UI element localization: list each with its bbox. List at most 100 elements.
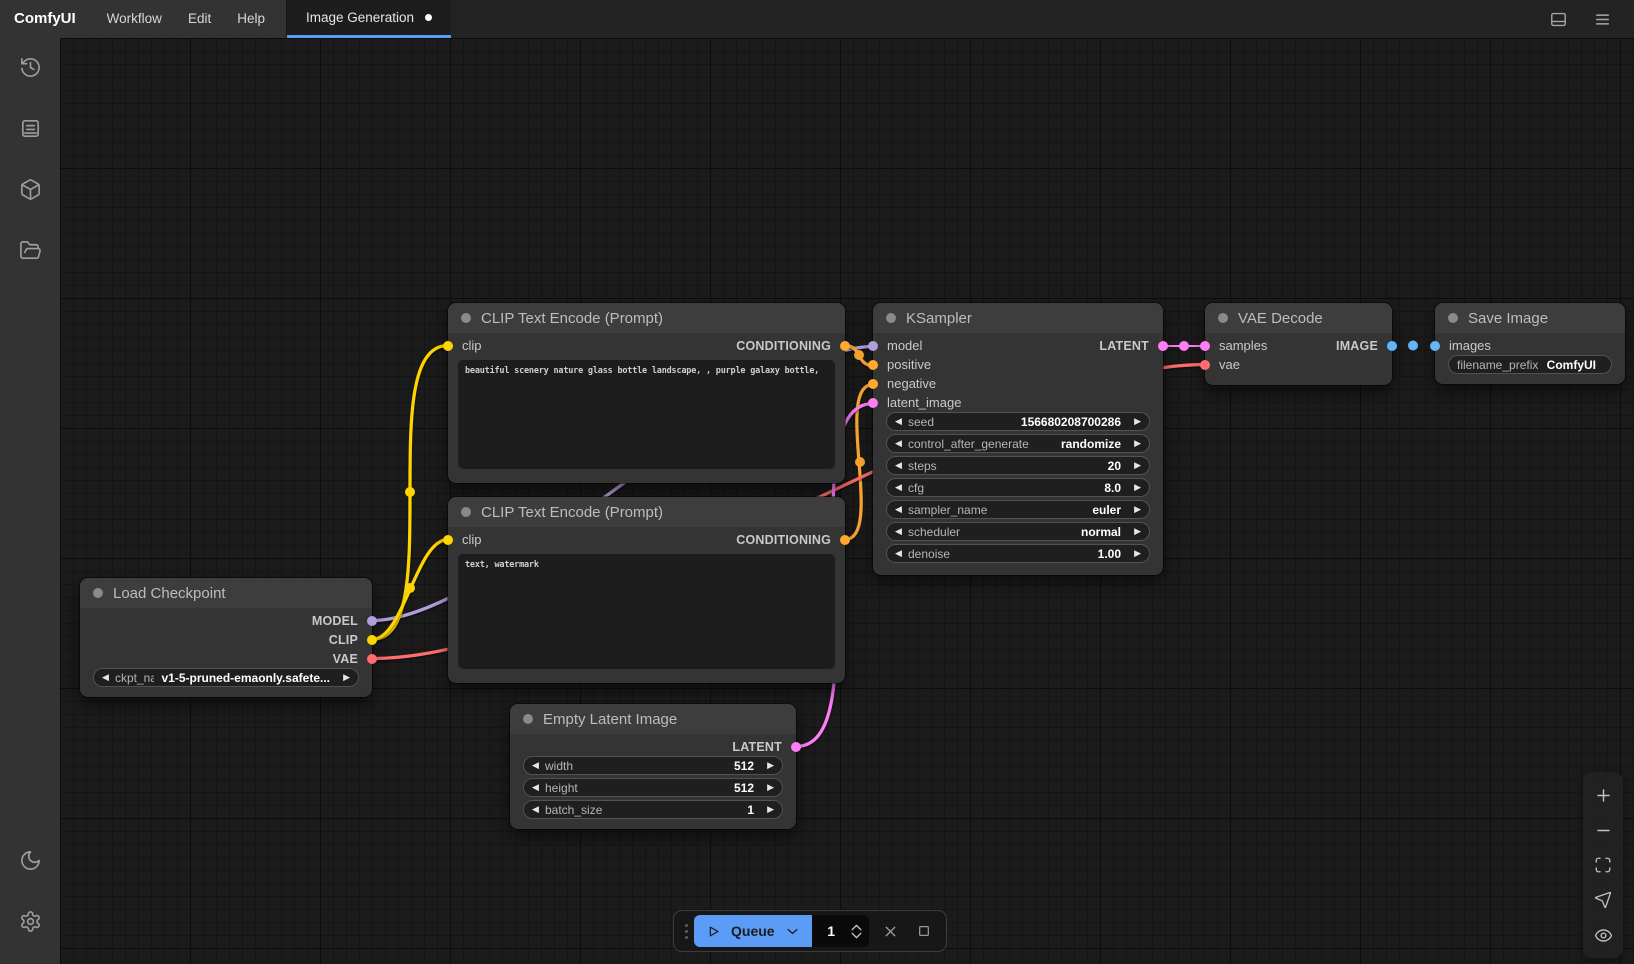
queue-button[interactable]: Queue	[694, 915, 812, 947]
output-port-conditioning[interactable]	[840, 535, 850, 545]
widget-decrement-arrow[interactable]: ◀	[895, 504, 908, 515]
sidebar-model-library-button[interactable]	[8, 170, 52, 214]
widget-increment-arrow[interactable]: ▶	[1128, 526, 1141, 537]
widget-value[interactable]: 1	[739, 803, 761, 817]
widget-batch-size[interactable]: ◀batch_size1▶	[523, 800, 783, 819]
node-clip-text-encode-prompt[interactable]: CLIP Text Encode (Prompt)clipCONDITIONIN…	[448, 303, 845, 483]
node-collapse-dot[interactable]	[461, 507, 471, 517]
widget-decrement-arrow[interactable]: ◀	[895, 526, 908, 537]
widget-decrement-arrow[interactable]: ◀	[895, 460, 908, 471]
node-title-bar[interactable]: VAE Decode	[1205, 303, 1392, 333]
widget-denoise[interactable]: ◀denoise1.00▶	[886, 544, 1150, 563]
input-port-latent-image[interactable]	[868, 398, 878, 408]
stepper-down-icon[interactable]	[850, 932, 863, 940]
widget-decrement-arrow[interactable]: ◀	[895, 482, 908, 493]
input-port-vae[interactable]	[1200, 360, 1210, 370]
stop-button[interactable]	[910, 917, 937, 945]
clear-queue-button[interactable]	[877, 917, 904, 945]
tab-image-generation[interactable]: Image Generation	[287, 0, 451, 38]
output-port-vae[interactable]	[367, 654, 377, 664]
widget-increment-arrow[interactable]: ▶	[1128, 548, 1141, 559]
widget-seed[interactable]: ◀seed156680208700286▶	[886, 412, 1150, 431]
menu-edit[interactable]: Edit	[175, 0, 224, 38]
input-port-samples[interactable]	[1200, 341, 1210, 351]
settings-button[interactable]	[8, 902, 52, 946]
widget-value[interactable]: 156680208700286	[1013, 415, 1128, 429]
batch-count-value[interactable]: 1	[812, 919, 851, 939]
output-port-latent[interactable]	[1158, 341, 1168, 351]
node-collapse-dot[interactable]	[523, 714, 533, 724]
widget-decrement-arrow[interactable]: ◀	[532, 760, 545, 771]
node-title-bar[interactable]: Load Checkpoint	[80, 578, 372, 608]
node-title-bar[interactable]: KSampler	[873, 303, 1163, 333]
node-load-checkpoint[interactable]: Load CheckpointMODELCLIPVAE◀ckpt_namev1-…	[80, 578, 372, 697]
widget-value[interactable]: ComfyUI	[1539, 358, 1603, 372]
input-port-clip[interactable]	[443, 341, 453, 351]
zoom-out-button[interactable]	[1589, 816, 1617, 844]
prompt-text-area[interactable]: beautiful scenery nature glass bottle la…	[458, 360, 835, 469]
node-collapse-dot[interactable]	[886, 313, 896, 323]
node-ksampler[interactable]: KSamplermodelLATENTpositivenegativelaten…	[873, 303, 1163, 575]
stepper-up-icon[interactable]	[850, 923, 863, 931]
node-title-bar[interactable]: CLIP Text Encode (Prompt)	[448, 303, 845, 333]
widget-increment-arrow[interactable]: ▶	[761, 804, 774, 815]
panel-bottom-icon[interactable]	[1548, 9, 1568, 29]
widget-value[interactable]: 512	[726, 781, 761, 795]
widget-cfg[interactable]: ◀cfg8.0▶	[886, 478, 1150, 497]
widget-value[interactable]: 20	[1100, 459, 1128, 473]
widget-control-after-generate[interactable]: ◀control_after_generaterandomize▶	[886, 434, 1150, 453]
output-port-conditioning[interactable]	[840, 341, 850, 351]
widget-increment-arrow[interactable]: ▶	[1128, 416, 1141, 427]
menu-workflow[interactable]: Workflow	[94, 0, 175, 38]
input-port-negative[interactable]	[868, 379, 878, 389]
widget-decrement-arrow[interactable]: ◀	[532, 804, 545, 815]
widget-increment-arrow[interactable]: ▶	[761, 760, 774, 771]
node-clip-text-encode-prompt[interactable]: CLIP Text Encode (Prompt)clipCONDITIONIN…	[448, 497, 845, 683]
hamburger-menu-icon[interactable]	[1592, 9, 1612, 29]
pan-mode-button[interactable]	[1589, 886, 1617, 914]
widget-value[interactable]: 1.00	[1090, 547, 1128, 561]
node-vae-decode[interactable]: VAE DecodesamplesIMAGEvae	[1205, 303, 1392, 385]
widget-ckpt-name[interactable]: ◀ckpt_namev1-5-pruned-emaonly.safete...▶	[93, 668, 359, 687]
widget-value[interactable]: v1-5-pruned-emaonly.safete...	[154, 671, 338, 685]
widget-increment-arrow[interactable]: ▶	[1128, 460, 1141, 471]
widget-scheduler[interactable]: ◀schedulernormal▶	[886, 522, 1150, 541]
output-port-latent[interactable]	[791, 742, 801, 752]
widget-value[interactable]: 8.0	[1096, 481, 1128, 495]
widget-increment-arrow[interactable]: ▶	[1128, 438, 1141, 449]
widget-value[interactable]: normal	[1073, 525, 1128, 539]
sidebar-workflows-button[interactable]	[8, 231, 52, 275]
widget-decrement-arrow[interactable]: ◀	[895, 416, 908, 427]
node-save-image[interactable]: Save Imageimagesfilename_prefixComfyUI	[1435, 303, 1625, 384]
prompt-text-area[interactable]: text, watermark	[458, 554, 835, 669]
widget-increment-arrow[interactable]: ▶	[1128, 504, 1141, 515]
toggle-link-visibility-button[interactable]	[1589, 921, 1617, 949]
theme-toggle-button[interactable]	[8, 841, 52, 885]
widget-steps[interactable]: ◀steps20▶	[886, 456, 1150, 475]
widget-value[interactable]: 512	[726, 759, 761, 773]
sidebar-history-button[interactable]	[8, 48, 52, 92]
output-port-image[interactable]	[1387, 341, 1397, 351]
input-port-clip[interactable]	[443, 535, 453, 545]
output-port-model[interactable]	[367, 616, 377, 626]
widget-increment-arrow[interactable]: ▶	[1128, 482, 1141, 493]
node-collapse-dot[interactable]	[461, 313, 471, 323]
widget-decrement-arrow[interactable]: ◀	[532, 782, 545, 793]
output-port-clip[interactable]	[367, 635, 377, 645]
widget-decrement-arrow[interactable]: ◀	[895, 438, 908, 449]
node-collapse-dot[interactable]	[93, 588, 103, 598]
node-collapse-dot[interactable]	[1218, 313, 1228, 323]
widget-decrement-arrow[interactable]: ◀	[102, 672, 115, 683]
node-empty-latent-image[interactable]: Empty Latent ImageLATENT◀width512▶◀heigh…	[510, 704, 796, 829]
node-title-bar[interactable]: Empty Latent Image	[510, 704, 796, 734]
fit-view-button[interactable]	[1589, 851, 1617, 879]
widget-height[interactable]: ◀height512▶	[523, 778, 783, 797]
widget-decrement-arrow[interactable]: ◀	[895, 548, 908, 559]
node-title-bar[interactable]: Save Image	[1435, 303, 1625, 333]
node-graph-canvas[interactable]	[60, 38, 1634, 964]
menu-help[interactable]: Help	[224, 0, 278, 38]
zoom-in-button[interactable]	[1589, 781, 1617, 809]
widget-filename-prefix[interactable]: filename_prefixComfyUI	[1448, 355, 1612, 374]
node-collapse-dot[interactable]	[1448, 313, 1458, 323]
input-port-positive[interactable]	[868, 360, 878, 370]
